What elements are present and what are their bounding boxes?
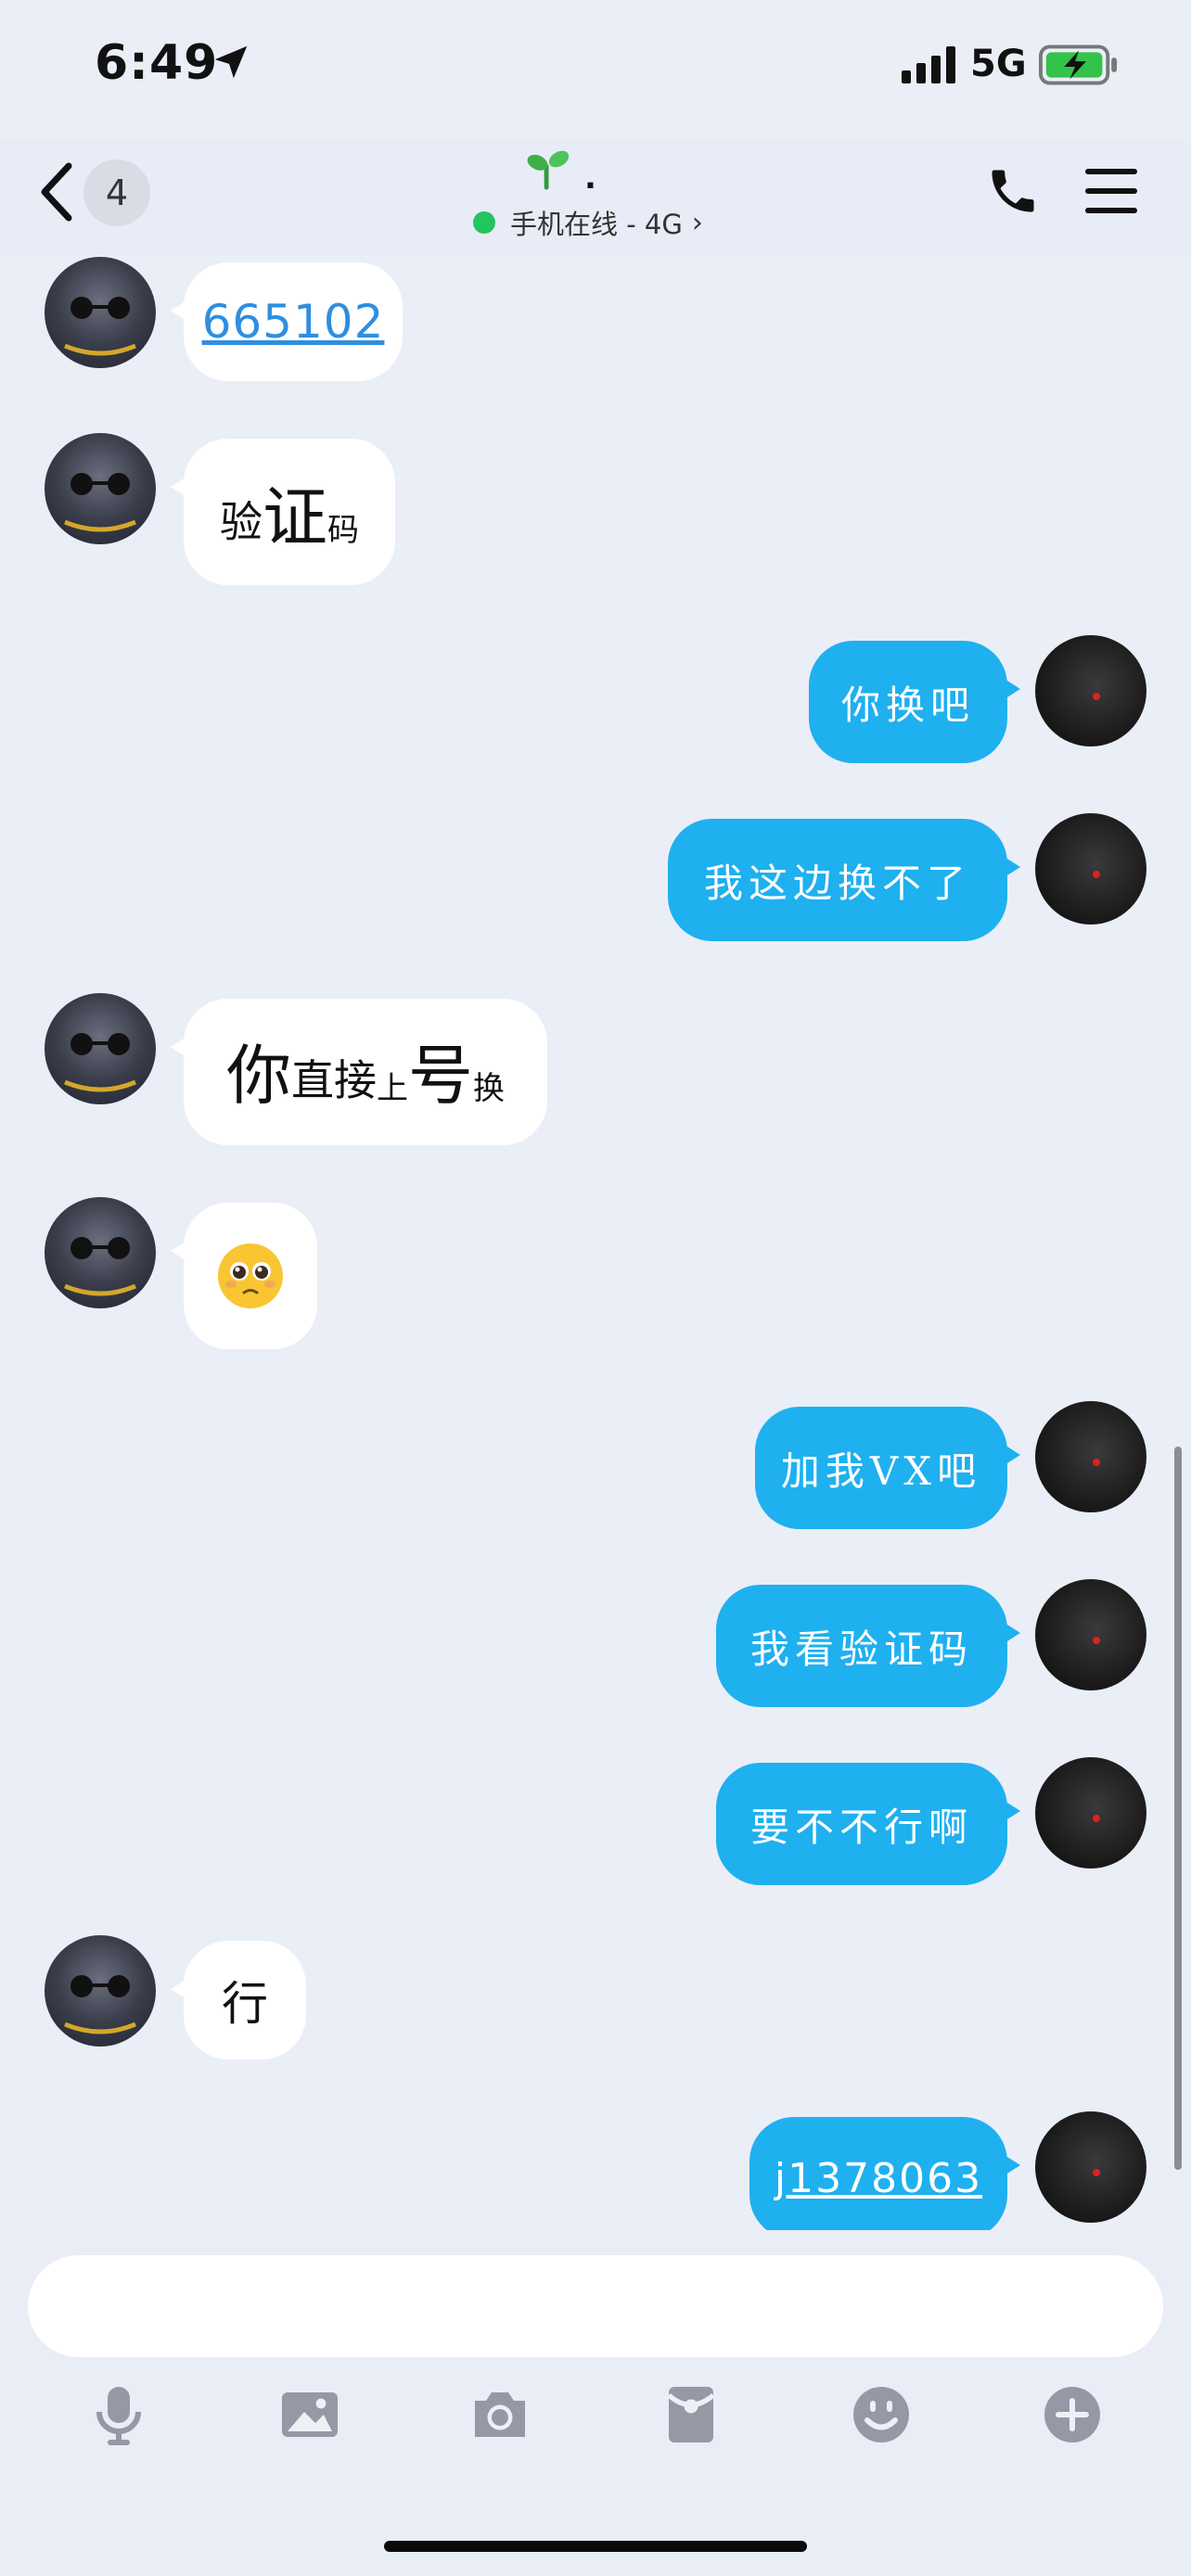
network-type: 5G <box>970 43 1027 85</box>
red-dot <box>1093 2169 1100 2176</box>
red-packet-icon[interactable] <box>658 2381 724 2448</box>
sunglasses-icon <box>70 297 130 319</box>
message-link[interactable]: j1378063 <box>775 2155 982 2202</box>
back-chevron-icon[interactable] <box>39 162 72 222</box>
camera-icon[interactable] <box>467 2381 533 2448</box>
presence-text: 手机在线 - 4G <box>510 209 683 240</box>
phone-call-icon[interactable] <box>985 163 1041 219</box>
chain-icon <box>64 2021 136 2034</box>
message-bubble[interactable]: 我看验证码 <box>716 1585 1020 1707</box>
message-text-part: 直接 <box>291 1055 377 1105</box>
image-icon[interactable] <box>276 2381 343 2448</box>
message-text-part: 证 <box>263 479 327 555</box>
chevron-right-icon: › <box>691 206 703 239</box>
sprout-icon <box>527 150 570 190</box>
contact-avatar[interactable] <box>45 1935 156 2047</box>
contact-avatar[interactable] <box>45 433 156 544</box>
location-arrow-icon <box>214 45 248 79</box>
message-bubble[interactable]: 你直接上号换 <box>171 999 547 1145</box>
menu-icon[interactable] <box>1085 167 1137 215</box>
pleading-face-emoji: 🥺 <box>216 1242 285 1310</box>
message-bubble[interactable]: 加我VX吧 <box>755 1407 1020 1529</box>
online-dot <box>473 211 495 234</box>
emoji-icon[interactable] <box>848 2381 915 2448</box>
message-input[interactable] <box>28 2255 1163 2357</box>
message-text: 我看验证码 <box>749 1626 973 1672</box>
unread-count-badge[interactable]: 4 <box>83 159 150 226</box>
message-text: 我这边换不了 <box>703 860 971 906</box>
red-dot <box>1093 1459 1100 1466</box>
red-dot <box>1093 693 1100 700</box>
message-text: 加我VX吧 <box>780 1447 982 1494</box>
message-text-part: 号 <box>408 1038 473 1114</box>
my-avatar[interactable] <box>1035 1757 1146 1868</box>
message-bubble[interactable]: 要不不行啊 <box>716 1763 1020 1885</box>
message-text-part: 你 <box>226 1038 291 1114</box>
contact-name[interactable]: . <box>584 159 596 197</box>
chain-icon <box>64 343 136 356</box>
contact-avatar[interactable] <box>45 1197 156 1308</box>
plus-icon[interactable] <box>1039 2381 1106 2448</box>
message-list[interactable]: 665102 验证码 你换吧 我这边换不了 你直接上号换 加我VX吧 我看验证码… <box>0 255 1191 2230</box>
microphone-icon[interactable] <box>85 2381 152 2448</box>
message-bubble[interactable]: 你换吧 <box>809 641 1020 763</box>
message-text: 要不不行啊 <box>749 1804 973 1850</box>
my-avatar[interactable] <box>1035 1579 1146 1690</box>
red-dot <box>1093 1637 1100 1644</box>
sunglasses-icon <box>70 1975 130 1997</box>
message-text: 行 <box>222 1977 268 2031</box>
message-text: 你换吧 <box>840 682 975 728</box>
chain-icon <box>64 1079 136 1092</box>
status-bar: 6:49 5G <box>0 0 1191 139</box>
signal-icon <box>902 46 955 83</box>
sunglasses-icon <box>70 1237 130 1259</box>
message-text-part: 验 <box>220 497 263 547</box>
sunglasses-icon <box>70 1033 130 1055</box>
message-text-part: 换 <box>473 1070 505 1107</box>
red-dot <box>1093 871 1100 878</box>
status-time: 6:49 <box>95 35 219 91</box>
message-bubble[interactable]: 665102 <box>171 262 403 381</box>
message-link[interactable]: 665102 <box>202 295 385 349</box>
message-text-part: 上 <box>377 1070 408 1107</box>
my-avatar[interactable] <box>1035 813 1146 925</box>
message-bubble[interactable]: 行 <box>171 1941 306 2060</box>
presence-status[interactable]: 手机在线 - 4G › <box>473 204 703 241</box>
contact-avatar[interactable] <box>45 257 156 368</box>
my-avatar[interactable] <box>1035 2111 1146 2223</box>
chain-icon <box>64 1283 136 1296</box>
battery-charging-icon <box>1039 45 1118 85</box>
my-avatar[interactable] <box>1035 1401 1146 1512</box>
home-indicator[interactable] <box>384 2541 807 2552</box>
contact-avatar[interactable] <box>45 993 156 1104</box>
scrollbar[interactable] <box>1174 1447 1182 2170</box>
message-bubble[interactable]: 🥺 <box>171 1203 317 1349</box>
message-bubble[interactable]: 验证码 <box>171 439 395 585</box>
red-dot <box>1093 1815 1100 1822</box>
message-text-part: 码 <box>327 512 359 549</box>
message-bubble[interactable]: j1378063 <box>749 2117 1020 2230</box>
my-avatar[interactable] <box>1035 635 1146 746</box>
chain-icon <box>64 519 136 532</box>
message-bubble[interactable]: 我这边换不了 <box>668 819 1020 941</box>
sunglasses-icon <box>70 473 130 495</box>
